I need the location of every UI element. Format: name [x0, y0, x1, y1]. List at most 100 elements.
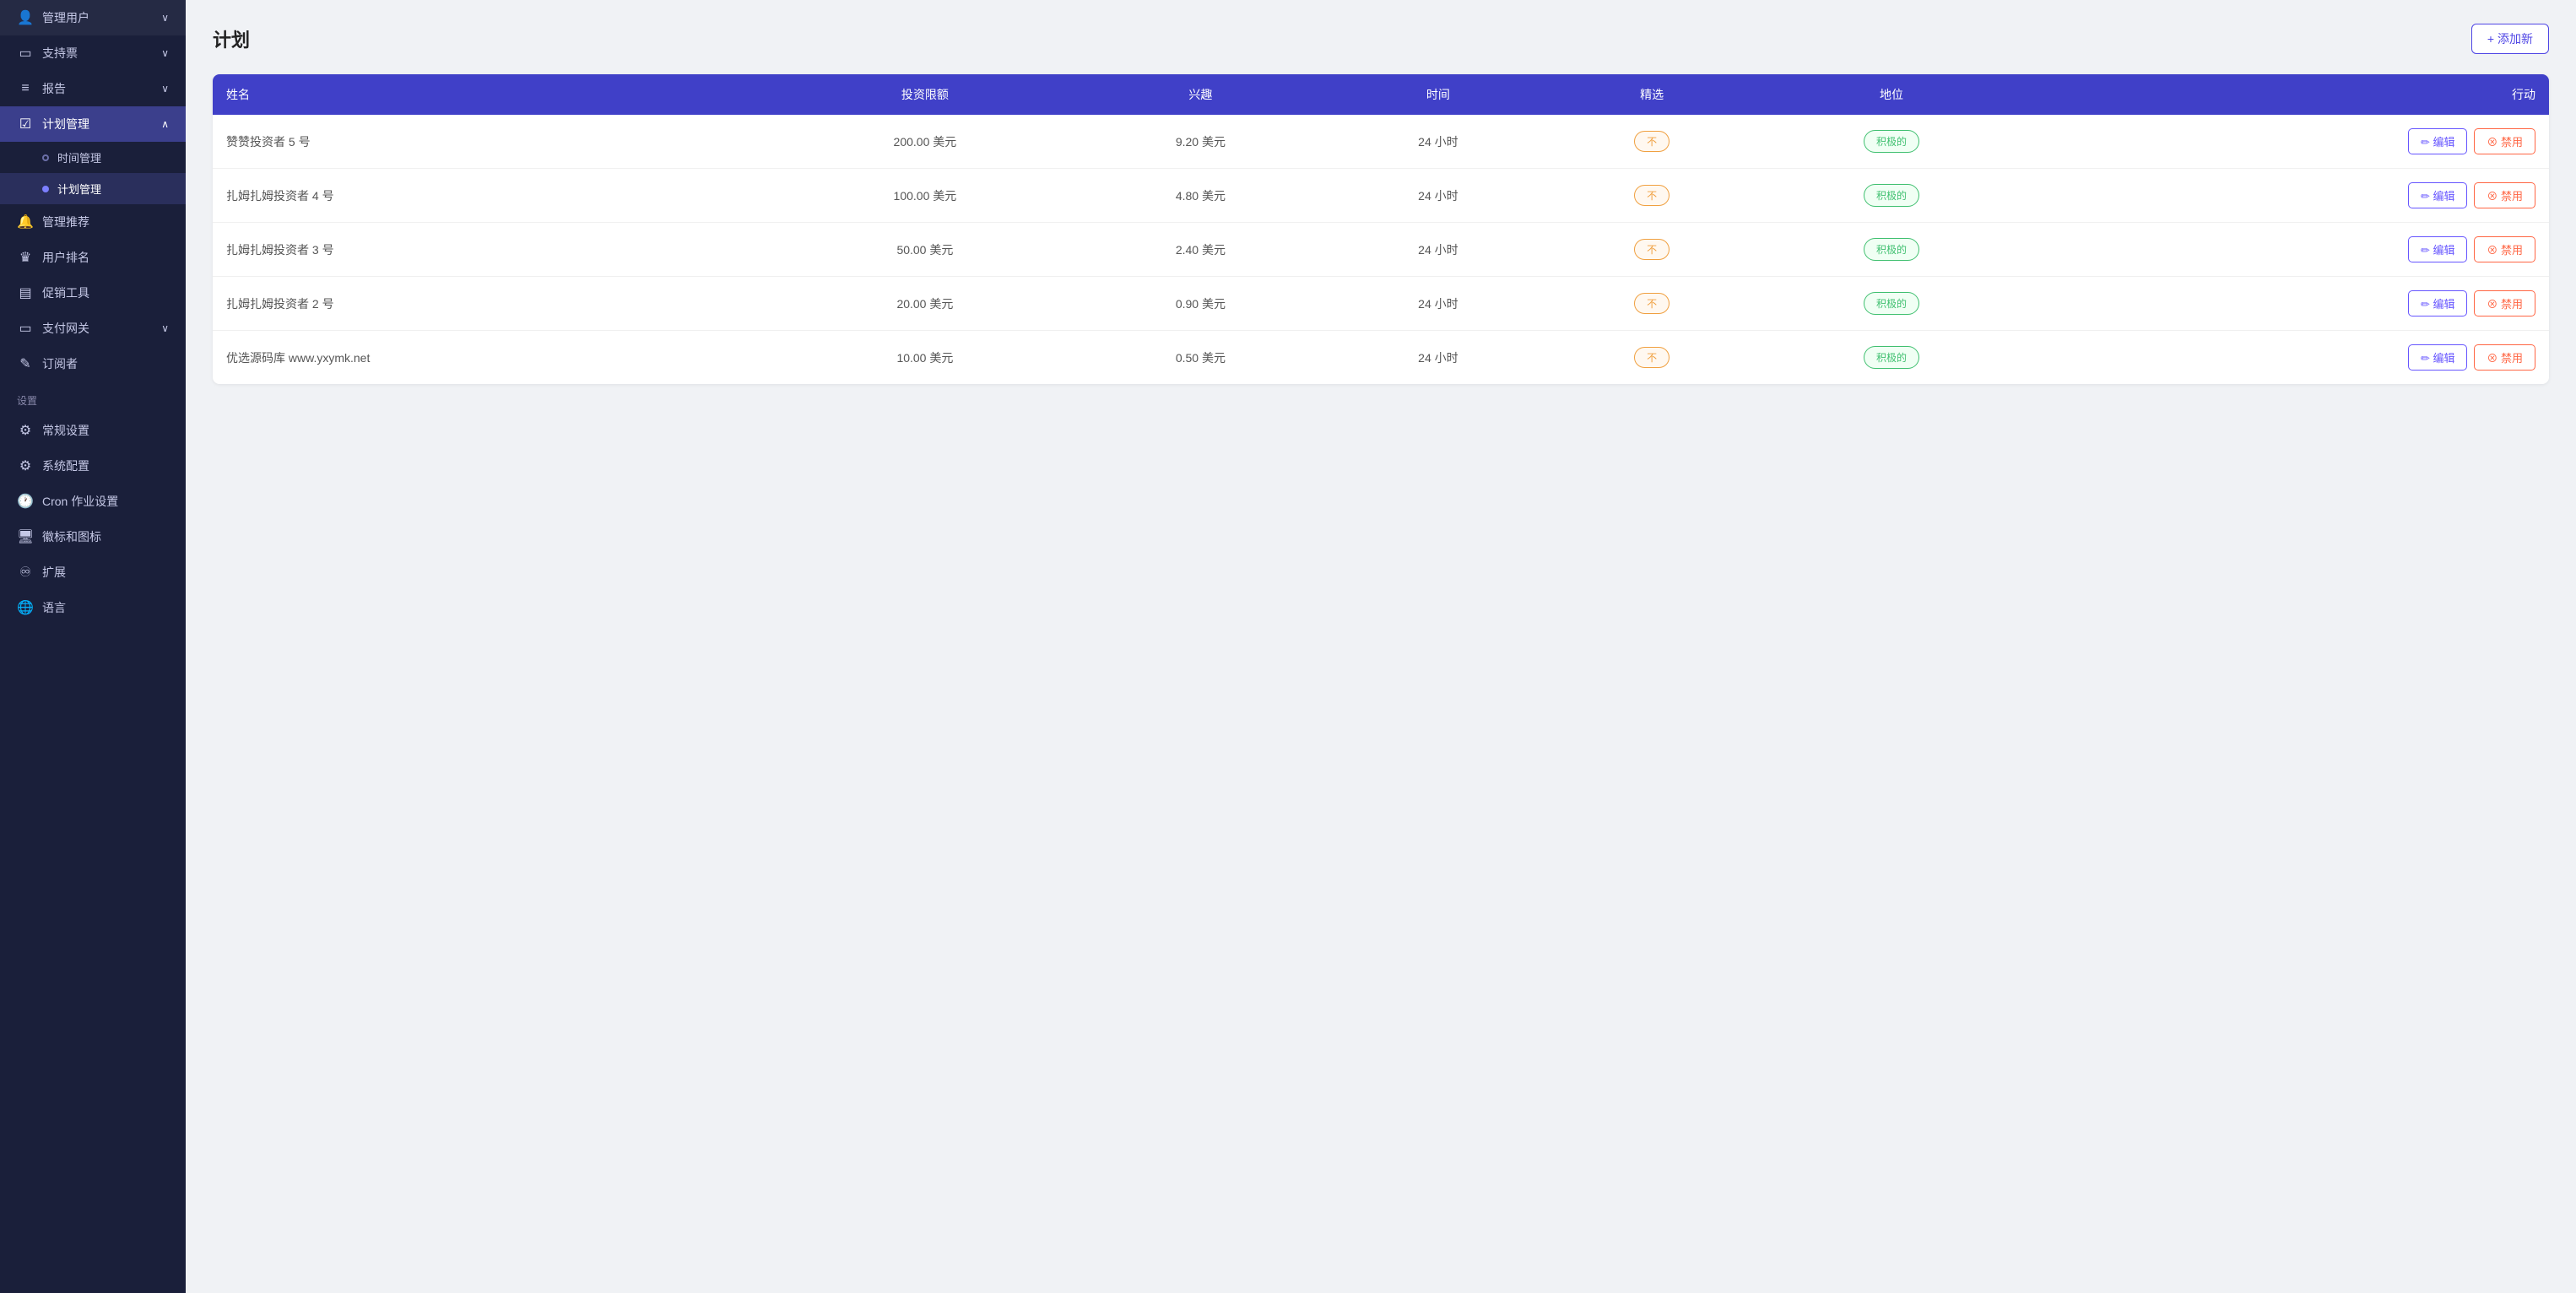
- sidebar-item-label: 支持票: [42, 45, 78, 62]
- cell-investment: 50.00 美元: [777, 223, 1074, 277]
- table-row: 赞赞投资者 5 号 200.00 美元 9.20 美元 24 小时 不 积极的 …: [213, 115, 2549, 169]
- config-icon: ⚙: [17, 457, 34, 474]
- status-badge: 积极的: [1864, 184, 1919, 207]
- cell-featured: 不: [1549, 277, 1755, 331]
- plan-icon: ☑: [17, 116, 34, 133]
- add-new-button[interactable]: + 添加新: [2471, 24, 2549, 54]
- status-badge: 积极的: [1864, 346, 1919, 369]
- sidebar-item-manage-referrals[interactable]: 🔔 管理推荐: [0, 204, 186, 240]
- cell-time: 24 小时: [1328, 277, 1549, 331]
- cell-time: 24 小时: [1328, 169, 1549, 223]
- settings-section-label: 设置: [0, 381, 186, 413]
- sidebar-item-logo-icons[interactable]: 🖥 徽标和图标: [0, 519, 186, 555]
- sidebar-item-label: 报告: [42, 80, 66, 97]
- col-header-interest: 兴趣: [1074, 74, 1328, 115]
- sidebar-item-payment-gateway[interactable]: ▭ 支付网关 ∨: [0, 311, 186, 346]
- sidebar-item-label: 系统配置: [42, 457, 89, 474]
- manage-users-icon: 👤: [17, 9, 34, 26]
- sidebar-item-label: 促销工具: [42, 284, 89, 301]
- table-row: 扎姆扎姆投资者 3 号 50.00 美元 2.40 美元 24 小时 不 积极的…: [213, 223, 2549, 277]
- sidebar-item-subscribers[interactable]: ✎ 订阅者: [0, 346, 186, 381]
- subscribers-icon: ✎: [17, 355, 34, 372]
- cell-name: 扎姆扎姆投资者 3 号: [213, 223, 777, 277]
- content-area: 计划 + 添加新 姓名 投资限额 兴趣 时间 精选 地位 行动: [186, 0, 2576, 1293]
- cell-investment: 200.00 美元: [777, 115, 1074, 169]
- language-icon: 🌐: [17, 599, 34, 616]
- edit-button[interactable]: ✏ 编辑: [2408, 182, 2468, 208]
- table-row: 优选源码库 www.yxymk.net 10.00 美元 0.50 美元 24 …: [213, 331, 2549, 385]
- featured-badge: 不: [1634, 239, 1670, 260]
- cell-time: 24 小时: [1328, 331, 1549, 385]
- extension-icon: ♾: [17, 564, 34, 581]
- cell-featured: 不: [1549, 223, 1755, 277]
- status-badge: 积极的: [1864, 130, 1919, 153]
- col-header-status: 地位: [1755, 74, 2027, 115]
- cell-investment: 20.00 美元: [777, 277, 1074, 331]
- sidebar-item-label: 支付网关: [42, 320, 89, 337]
- cell-name: 优选源码库 www.yxymk.net: [213, 331, 777, 385]
- sidebar-item-reports[interactable]: ≡ 报告 ∨: [0, 71, 186, 106]
- table-row: 扎姆扎姆投资者 4 号 100.00 美元 4.80 美元 24 小时 不 积极…: [213, 169, 2549, 223]
- ranking-icon: ♛: [17, 249, 34, 266]
- sidebar-item-user-ranking[interactable]: ♛ 用户排名: [0, 240, 186, 275]
- chevron-down-icon: ∨: [161, 83, 169, 95]
- edit-button[interactable]: ✏ 编辑: [2408, 236, 2468, 262]
- sub-dot-icon: [42, 154, 49, 161]
- sidebar: 👤 管理用户 ∨ ▭ 支持票 ∨ ≡ 报告 ∨ ☑ 计划管理 ∧ 时间管理 计划…: [0, 0, 186, 1293]
- sidebar-sub-time-management[interactable]: 时间管理: [0, 142, 186, 173]
- sidebar-item-manage-users[interactable]: 👤 管理用户 ∨: [0, 0, 186, 35]
- clock-icon: 🕐: [17, 493, 34, 510]
- edit-button[interactable]: ✏ 编辑: [2408, 290, 2468, 316]
- page-header: 计划 + 添加新: [213, 24, 2549, 54]
- sidebar-item-cron-settings[interactable]: 🕐 Cron 作业设置: [0, 484, 186, 519]
- sidebar-item-label: 徽标和图标: [42, 528, 101, 545]
- sidebar-sub-plan-management[interactable]: 计划管理: [0, 173, 186, 204]
- disable-button[interactable]: ⊗ 禁用: [2474, 290, 2535, 316]
- chevron-up-icon: ∧: [161, 118, 169, 130]
- sidebar-item-general-settings[interactable]: ⚙ 常规设置: [0, 413, 186, 448]
- cell-featured: 不: [1549, 115, 1755, 169]
- sub-item-label: 计划管理: [57, 181, 101, 197]
- status-badge: 积极的: [1864, 238, 1919, 261]
- cell-interest: 2.40 美元: [1074, 223, 1328, 277]
- col-header-featured: 精选: [1549, 74, 1755, 115]
- sidebar-item-label: 扩展: [42, 564, 66, 581]
- disable-button[interactable]: ⊗ 禁用: [2474, 344, 2535, 371]
- promo-icon: ▤: [17, 284, 34, 301]
- chevron-down-icon: ∨: [161, 322, 169, 334]
- edit-button[interactable]: ✏ 编辑: [2408, 128, 2468, 154]
- cell-status: 积极的: [1755, 277, 2027, 331]
- table-body: 赞赞投资者 5 号 200.00 美元 9.20 美元 24 小时 不 积极的 …: [213, 115, 2549, 384]
- cell-status: 积极的: [1755, 169, 2027, 223]
- disable-button[interactable]: ⊗ 禁用: [2474, 182, 2535, 208]
- sidebar-item-promo-tools[interactable]: ▤ 促销工具: [0, 275, 186, 311]
- edit-button[interactable]: ✏ 编辑: [2408, 344, 2468, 371]
- sidebar-item-plan-management[interactable]: ☑ 计划管理 ∧: [0, 106, 186, 142]
- cell-interest: 4.80 美元: [1074, 169, 1328, 223]
- cell-investment: 10.00 美元: [777, 331, 1074, 385]
- featured-badge: 不: [1634, 131, 1670, 152]
- cell-status: 积极的: [1755, 331, 2027, 385]
- ticket-icon: ▭: [17, 45, 34, 62]
- main-content: 计划 + 添加新 姓名 投资限额 兴趣 时间 精选 地位 行动: [186, 0, 2576, 1293]
- sub-dot-icon: [42, 186, 49, 192]
- cell-interest: 0.50 美元: [1074, 331, 1328, 385]
- table-row: 扎姆扎姆投资者 2 号 20.00 美元 0.90 美元 24 小时 不 积极的…: [213, 277, 2549, 331]
- cell-name: 赞赞投资者 5 号: [213, 115, 777, 169]
- cell-actions: ✏ 编辑 ⊗ 禁用: [2028, 223, 2549, 277]
- col-header-name: 姓名: [213, 74, 777, 115]
- cell-interest: 0.90 美元: [1074, 277, 1328, 331]
- col-header-time: 时间: [1328, 74, 1549, 115]
- sidebar-item-extensions[interactable]: ♾ 扩展: [0, 555, 186, 590]
- cell-actions: ✏ 编辑 ⊗ 禁用: [2028, 277, 2549, 331]
- chevron-down-icon: ∨: [161, 47, 169, 59]
- disable-button[interactable]: ⊗ 禁用: [2474, 236, 2535, 262]
- sidebar-item-system-config[interactable]: ⚙ 系统配置: [0, 448, 186, 484]
- sidebar-item-language[interactable]: 🌐 语言: [0, 590, 186, 625]
- sidebar-item-support-tickets[interactable]: ▭ 支持票 ∨: [0, 35, 186, 71]
- cell-name: 扎姆扎姆投资者 2 号: [213, 277, 777, 331]
- plans-table-container: 姓名 投资限额 兴趣 时间 精选 地位 行动 赞赞投资者 5 号 200.00 …: [213, 74, 2549, 384]
- disable-button[interactable]: ⊗ 禁用: [2474, 128, 2535, 154]
- payment-icon: ▭: [17, 320, 34, 337]
- sidebar-item-label: 计划管理: [42, 116, 89, 133]
